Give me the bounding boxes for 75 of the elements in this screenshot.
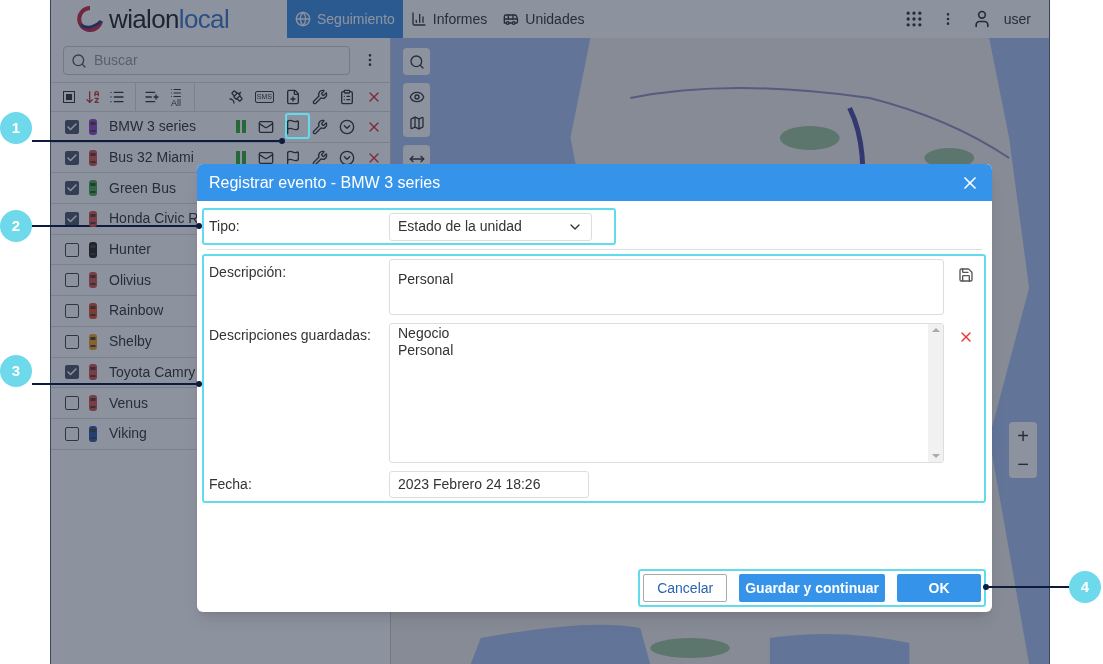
unit-name[interactable]: Toyota Camry <box>109 361 196 383</box>
map-icon[interactable] <box>408 115 425 131</box>
nav-tab[interactable]: Unidades <box>495 0 593 38</box>
description-field[interactable]: Personal <box>389 259 944 315</box>
unit-name[interactable]: Shelby <box>109 331 152 353</box>
checkbox[interactable] <box>65 426 79 441</box>
flag-icon[interactable] <box>285 118 301 135</box>
sort-icon[interactable] <box>85 89 101 105</box>
satellite-icon[interactable] <box>227 89 244 105</box>
callout-badge: 4 <box>1069 571 1101 603</box>
unit-name[interactable]: BMW 3 series <box>109 116 197 138</box>
field-label: Tipo: <box>209 217 241 236</box>
checkbox[interactable] <box>65 334 79 349</box>
chart-icon <box>410 11 427 27</box>
saved-list[interactable]: Negocio Personal <box>389 323 944 463</box>
callout-badge: 3 <box>0 355 32 387</box>
unit-name[interactable]: Rainbow <box>109 300 164 322</box>
unit-name[interactable]: Green Bus <box>109 177 176 199</box>
scrollbar[interactable] <box>928 324 943 462</box>
globe-icon <box>295 11 311 27</box>
unit-name[interactable]: Bus 32 Miami <box>109 147 194 169</box>
checkbox[interactable] <box>65 211 79 226</box>
select-all-icon[interactable] <box>63 91 75 103</box>
callout-badge: 2 <box>0 210 32 242</box>
checkbox[interactable] <box>65 396 79 411</box>
status-icon <box>236 151 246 165</box>
highlight-frame <box>285 113 310 139</box>
checkbox[interactable] <box>65 273 79 288</box>
unit-name[interactable]: Viking <box>109 423 147 445</box>
checkbox[interactable] <box>65 242 79 257</box>
wrench-icon[interactable] <box>312 89 328 105</box>
field-label: Fecha: <box>209 475 253 494</box>
checkbox[interactable] <box>65 365 79 380</box>
save-icon[interactable] <box>958 267 974 283</box>
dialog-button[interactable]: Guardar y continuar <box>739 574 885 602</box>
list-item[interactable]: Negocio <box>398 325 920 342</box>
date-field[interactable]: 2023 Febrero 24 18:26 <box>389 471 589 498</box>
flag-icon[interactable] <box>285 149 301 166</box>
user-name[interactable]: user <box>1003 8 1031 30</box>
checkbox[interactable] <box>65 119 79 134</box>
type-select[interactable]: Estado de la unidad <box>389 212 592 241</box>
list-icon[interactable] <box>109 89 125 105</box>
clipboard-icon[interactable] <box>339 89 355 105</box>
logo-icon <box>75 5 105 33</box>
callout-badge: 1 <box>0 112 32 144</box>
dropdown-icon[interactable] <box>339 149 355 166</box>
field-label: Descripciones guardadas: <box>209 326 372 345</box>
field-label: Descripción: <box>209 263 288 282</box>
eye-icon[interactable] <box>408 89 425 105</box>
message-icon[interactable] <box>258 118 274 135</box>
list-item[interactable]: Personal <box>398 342 920 359</box>
dialog-title: Registrar evento - BMW 3 series <box>209 172 442 193</box>
add-event-icon[interactable] <box>285 89 301 105</box>
dialog-button[interactable]: OK <box>897 574 981 602</box>
nav-tab[interactable]: Seguimiento <box>287 0 403 38</box>
add-list-icon[interactable] <box>144 89 160 105</box>
bus-icon <box>503 11 520 27</box>
nav-tab[interactable]: Informes <box>402 0 496 38</box>
dropdown-icon[interactable] <box>339 118 355 135</box>
message-icon[interactable] <box>258 149 274 166</box>
dialog-button[interactable]: Cancelar <box>643 574 728 602</box>
checkbox[interactable] <box>65 150 79 165</box>
zoom-out-button[interactable]: − <box>1009 450 1037 478</box>
search-icon[interactable] <box>403 48 430 75</box>
unit-name[interactable]: Venus <box>109 392 148 414</box>
checkbox[interactable] <box>65 303 79 318</box>
unit-name[interactable]: Hunter <box>109 239 152 261</box>
search-icon <box>71 52 87 69</box>
wrench-icon[interactable] <box>312 118 328 135</box>
status-icon <box>236 120 246 134</box>
zoom-in-button[interactable]: + <box>1009 422 1037 450</box>
logo-text: wialonlocal <box>109 6 230 32</box>
unit-name[interactable]: Olivius <box>109 269 151 291</box>
wrench-icon[interactable] <box>312 149 328 166</box>
checkbox[interactable] <box>65 181 79 196</box>
